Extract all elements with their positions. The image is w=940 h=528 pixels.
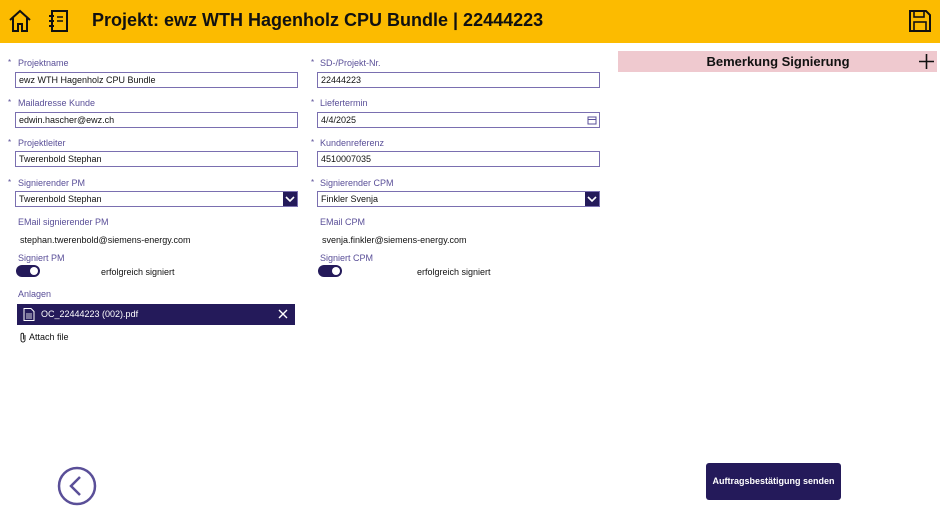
sd-projekt-nr-label: SD-/Projekt-Nr. xyxy=(320,58,381,68)
signiert-cpm-status: erfolgreich signiert xyxy=(417,267,491,277)
required-marker: * xyxy=(8,98,12,107)
page-title: Projekt: ewz WTH Hagenholz CPU Bundle | … xyxy=(92,10,544,30)
required-marker: * xyxy=(311,178,315,187)
anlagen-label: Anlagen xyxy=(18,289,52,299)
toggle-knob xyxy=(30,267,38,275)
required-marker: * xyxy=(311,98,315,107)
sd-projekt-nr-field[interactable]: 22444223 xyxy=(317,72,600,88)
remark-title: Bemerkung Signierung xyxy=(706,54,850,69)
mailadresse-kunde-field[interactable]: edwin.hascher@ewz.ch xyxy=(15,112,298,128)
save-icon[interactable] xyxy=(907,8,933,34)
email-cpm-label: EMail CPM xyxy=(320,217,366,227)
file-icon xyxy=(23,308,35,321)
signiert-cpm-toggle[interactable] xyxy=(318,265,342,277)
attachment-filename: OC_22444223 (002).pdf xyxy=(41,309,139,319)
signiert-pm-label: Signiert PM xyxy=(18,253,65,263)
signiert-pm-toggle[interactable] xyxy=(16,265,40,277)
kundenreferenz-label: Kundenreferenz xyxy=(320,138,385,148)
projektname-field[interactable]: ewz WTH Hagenholz CPU Bundle xyxy=(15,72,298,88)
email-cpm-value: svenja.finkler@siemens-energy.com xyxy=(322,235,467,245)
attach-file-button[interactable]: Attach file xyxy=(19,332,69,343)
close-icon[interactable] xyxy=(277,308,289,320)
projektleiter-label: Projektleiter xyxy=(18,138,66,148)
signierender-cpm-dropdown[interactable]: Finkler Svenja xyxy=(317,191,600,207)
remark-panel-header: Bemerkung Signierung xyxy=(618,51,937,72)
email-pm-label: EMail signierender PM xyxy=(18,217,109,227)
top-bar: Projekt: ewz WTH Hagenholz CPU Bundle | … xyxy=(0,0,940,43)
signierender-pm-label: Signierender PM xyxy=(18,178,86,188)
signierender-pm-value: Twerenbold Stephan xyxy=(19,194,102,204)
required-marker: * xyxy=(8,138,12,147)
chevron-down-icon[interactable] xyxy=(585,192,599,206)
back-button[interactable] xyxy=(57,466,97,506)
liefertermin-date-picker[interactable]: 4/4/2025 xyxy=(317,112,600,128)
signiert-pm-status: erfolgreich signiert xyxy=(101,267,175,277)
chevron-down-icon[interactable] xyxy=(283,192,297,206)
mailadresse-kunde-label: Mailadresse Kunde xyxy=(18,98,96,108)
projektname-label: Projektname xyxy=(18,58,69,68)
plus-icon[interactable] xyxy=(918,53,935,70)
toggle-knob xyxy=(332,267,340,275)
required-marker: * xyxy=(311,138,315,147)
required-marker: * xyxy=(8,178,12,187)
attachment-item[interactable]: OC_22444223 (002).pdf xyxy=(17,304,295,325)
required-marker: * xyxy=(8,58,12,67)
required-marker: * xyxy=(311,58,315,67)
liefertermin-value: 4/4/2025 xyxy=(321,115,357,125)
projektleiter-field[interactable]: Twerenbold Stephan xyxy=(15,151,298,167)
signierender-pm-dropdown[interactable]: Twerenbold Stephan xyxy=(15,191,298,207)
signiert-cpm-label: Signiert CPM xyxy=(320,253,374,263)
attach-file-label: Attach file xyxy=(29,332,69,342)
liefertermin-label: Liefertermin xyxy=(320,98,368,108)
send-confirmation-button[interactable]: Auftragsbestätigung senden xyxy=(706,463,841,500)
paperclip-icon xyxy=(20,332,26,343)
home-icon[interactable] xyxy=(7,8,33,34)
email-pm-value: stephan.twerenbold@siemens-energy.com xyxy=(20,235,191,245)
notebook-icon[interactable] xyxy=(46,8,72,34)
kundenreferenz-field[interactable]: 4510007035 xyxy=(317,151,600,167)
signierender-cpm-value: Finkler Svenja xyxy=(321,194,379,204)
calendar-icon[interactable] xyxy=(586,114,598,126)
signierender-cpm-label: Signierender CPM xyxy=(320,178,394,188)
